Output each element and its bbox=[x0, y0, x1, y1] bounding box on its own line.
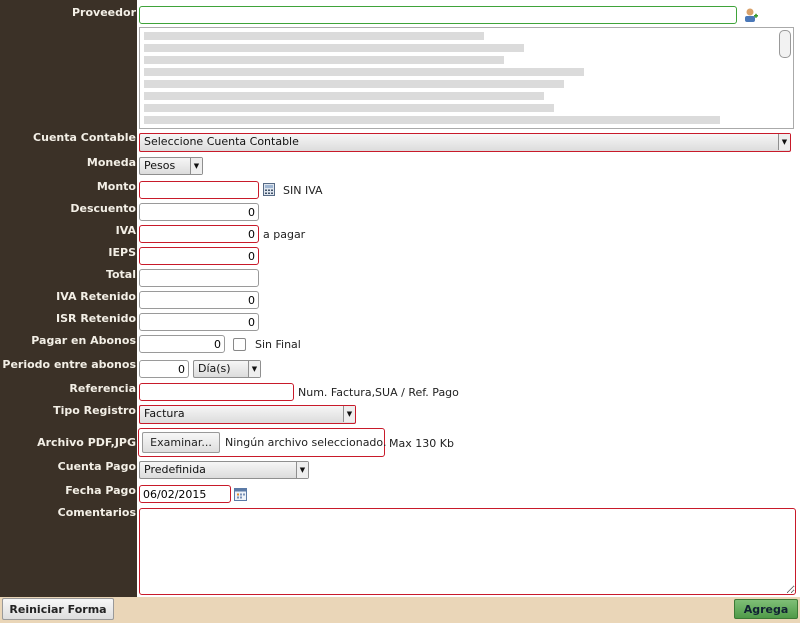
archivo-file-input[interactable]: Examinar... Ningún archivo seleccionado. bbox=[138, 428, 387, 457]
iva-retenido-input[interactable] bbox=[139, 291, 259, 309]
label-tipo-registro: Tipo Registro bbox=[53, 404, 136, 417]
tipo-registro-select[interactable]: Factura ▼ bbox=[139, 405, 356, 424]
label-referencia: Referencia bbox=[69, 382, 136, 395]
redacted-line bbox=[144, 92, 544, 100]
periodo-input[interactable] bbox=[139, 360, 189, 378]
label-total: Total bbox=[105, 268, 136, 281]
periodo-unit-selected: Día(s) bbox=[198, 362, 231, 375]
chevron-down-icon: ▼ bbox=[248, 361, 260, 377]
reiniciar-forma-button[interactable]: Reiniciar Forma bbox=[2, 598, 114, 620]
moneda-selected: Pesos bbox=[144, 159, 176, 172]
redacted-line bbox=[144, 104, 554, 112]
label-periodo-abonos: Periodo entre abonos bbox=[2, 358, 136, 371]
monto-input[interactable] bbox=[139, 181, 259, 199]
label-archivo: Archivo PDF,JPG bbox=[37, 436, 136, 449]
chevron-down-icon: ▼ bbox=[343, 406, 355, 422]
agrega-button[interactable]: Agrega bbox=[734, 599, 798, 619]
chevron-down-icon: ▼ bbox=[778, 134, 790, 150]
calendar-icon[interactable] bbox=[234, 488, 247, 501]
label-fecha-pago: Fecha Pago bbox=[65, 484, 136, 497]
label-isr-retenido: ISR Retenido bbox=[56, 312, 136, 325]
examinar-button[interactable]: Examinar... bbox=[142, 432, 220, 453]
add-user-icon[interactable] bbox=[743, 7, 759, 23]
total-input[interactable] bbox=[139, 269, 259, 287]
label-moneda: Moneda bbox=[86, 156, 136, 169]
fecha-pago-input[interactable] bbox=[139, 485, 231, 503]
label-cuenta-pago: Cuenta Pago bbox=[57, 460, 136, 473]
descuento-input[interactable] bbox=[139, 203, 259, 221]
redacted-line bbox=[144, 116, 720, 124]
proveedor-input[interactable] bbox=[139, 6, 737, 24]
periodo-unit-select[interactable]: Día(s) ▼ bbox=[193, 360, 261, 378]
moneda-select[interactable]: Pesos ▼ bbox=[139, 157, 203, 175]
label-iva-retenido: IVA Retenido bbox=[56, 290, 136, 303]
label-descuento: Descuento bbox=[70, 202, 136, 215]
cuenta-contable-selected: Seleccione Cuenta Contable bbox=[144, 135, 299, 148]
iva-hint: a pagar bbox=[263, 228, 306, 241]
label-pagar-abonos: Pagar en Abonos bbox=[31, 334, 136, 347]
ieps-input[interactable] bbox=[139, 247, 259, 265]
calculator-icon[interactable] bbox=[263, 183, 275, 196]
file-status: Ningún archivo seleccionado. bbox=[225, 436, 387, 449]
isr-retenido-input[interactable] bbox=[139, 313, 259, 331]
iva-input[interactable] bbox=[139, 225, 259, 243]
label-iva: IVA bbox=[115, 224, 136, 237]
redacted-line bbox=[144, 68, 584, 76]
chevron-down-icon: ▼ bbox=[190, 158, 202, 174]
form-footer bbox=[0, 597, 800, 623]
scrollbar-thumb[interactable] bbox=[779, 30, 791, 58]
file-limit: Max 130 Kb bbox=[389, 437, 454, 450]
cuenta-contable-select[interactable]: Seleccione Cuenta Contable ▼ bbox=[139, 133, 791, 152]
label-monto: Monto bbox=[96, 180, 136, 193]
tipo-registro-selected: Factura bbox=[144, 407, 185, 420]
redacted-line bbox=[144, 56, 504, 64]
referencia-input[interactable] bbox=[139, 383, 294, 401]
label-proveedor: Proveedor bbox=[72, 6, 136, 19]
label-comentarios: Comentarios bbox=[57, 506, 136, 519]
comentarios-textarea[interactable] bbox=[139, 508, 796, 595]
chevron-down-icon: ▼ bbox=[296, 462, 308, 478]
abonos-input[interactable] bbox=[139, 335, 225, 353]
monto-hint: SIN IVA bbox=[283, 184, 323, 197]
referencia-hint: Num. Factura,SUA / Ref. Pago bbox=[298, 386, 459, 399]
redacted-line bbox=[144, 80, 564, 88]
redacted-line bbox=[144, 44, 524, 52]
cuenta-pago-select[interactable]: Predefinida ▼ bbox=[139, 461, 309, 479]
redacted-line bbox=[144, 32, 484, 40]
sin-final-checkbox[interactable] bbox=[233, 338, 246, 351]
proveedor-list[interactable] bbox=[139, 27, 794, 129]
label-cuenta-contable: Cuenta Contable bbox=[33, 131, 136, 144]
sin-final-label: Sin Final bbox=[255, 338, 301, 351]
label-ieps: IEPS bbox=[108, 246, 136, 259]
cuenta-pago-selected: Predefinida bbox=[144, 463, 206, 476]
